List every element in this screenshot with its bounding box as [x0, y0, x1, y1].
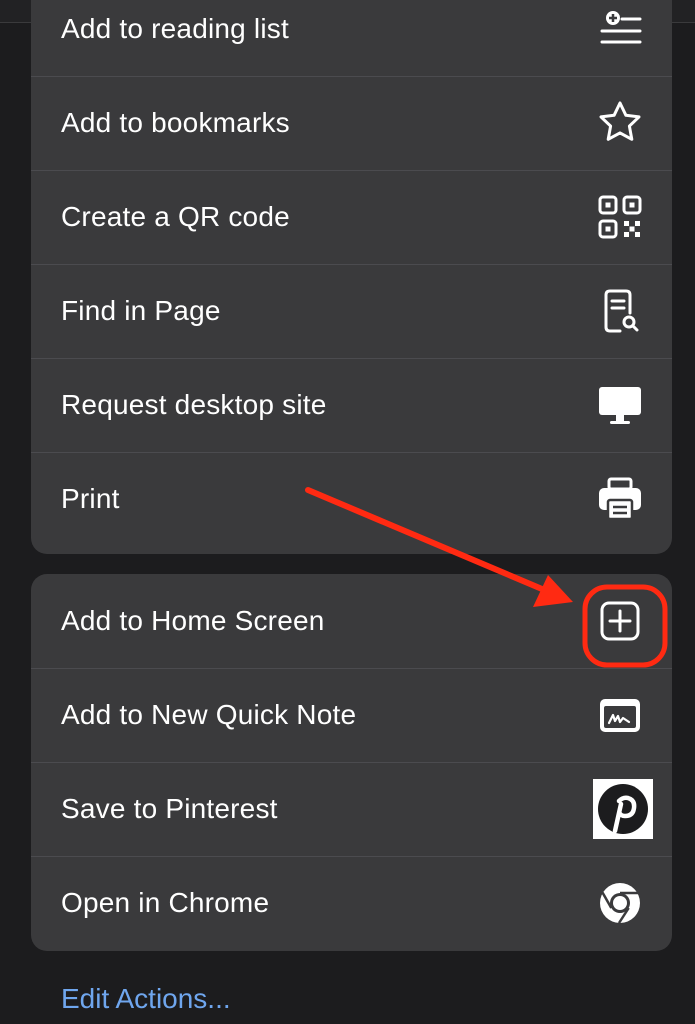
edit-actions-link[interactable]: Edit Actions...	[61, 983, 231, 1015]
printer-icon	[596, 475, 644, 523]
menu-item-add-to-bookmarks[interactable]: Add to bookmarks	[31, 76, 672, 170]
menu-item-label: Find in Page	[61, 295, 221, 326]
star-icon	[596, 99, 644, 147]
menu-item-label: Print	[61, 483, 120, 514]
menu-item-label: Request desktop site	[61, 389, 327, 420]
share-actions-group-1: Add to reading list Add to bookmarks Cre…	[31, 0, 672, 554]
add-square-icon	[596, 597, 644, 645]
find-in-page-icon	[596, 287, 644, 335]
chrome-icon	[596, 879, 644, 927]
quick-note-icon	[596, 691, 644, 739]
menu-item-label: Add to bookmarks	[61, 107, 290, 138]
menu-item-label: Add to New Quick Note	[61, 699, 357, 730]
menu-item-label: Save to Pinterest	[61, 793, 278, 824]
menu-item-request-desktop-site[interactable]: Request desktop site	[31, 358, 672, 452]
menu-item-add-to-new-quick-note[interactable]: Add to New Quick Note	[31, 668, 672, 762]
menu-item-label: Add to reading list	[61, 13, 289, 44]
qr-code-icon	[596, 193, 644, 241]
pinterest-icon	[593, 779, 653, 839]
share-actions-group-2: Add to Home Screen Add to New Quick Note…	[31, 574, 672, 951]
menu-item-label: Create a QR code	[61, 201, 290, 232]
menu-item-add-to-reading-list[interactable]: Add to reading list	[31, 0, 672, 76]
menu-item-label: Add to Home Screen	[61, 605, 325, 636]
menu-item-open-in-chrome[interactable]: Open in Chrome	[31, 856, 672, 950]
menu-item-find-in-page[interactable]: Find in Page	[31, 264, 672, 358]
menu-item-save-to-pinterest[interactable]: Save to Pinterest	[31, 762, 672, 856]
reading-list-icon	[596, 5, 644, 53]
menu-item-add-to-home-screen[interactable]: Add to Home Screen	[31, 574, 672, 668]
menu-item-label: Open in Chrome	[61, 887, 270, 918]
desktop-icon	[596, 381, 644, 429]
menu-item-print[interactable]: Print	[31, 452, 672, 546]
menu-item-create-qr-code[interactable]: Create a QR code	[31, 170, 672, 264]
